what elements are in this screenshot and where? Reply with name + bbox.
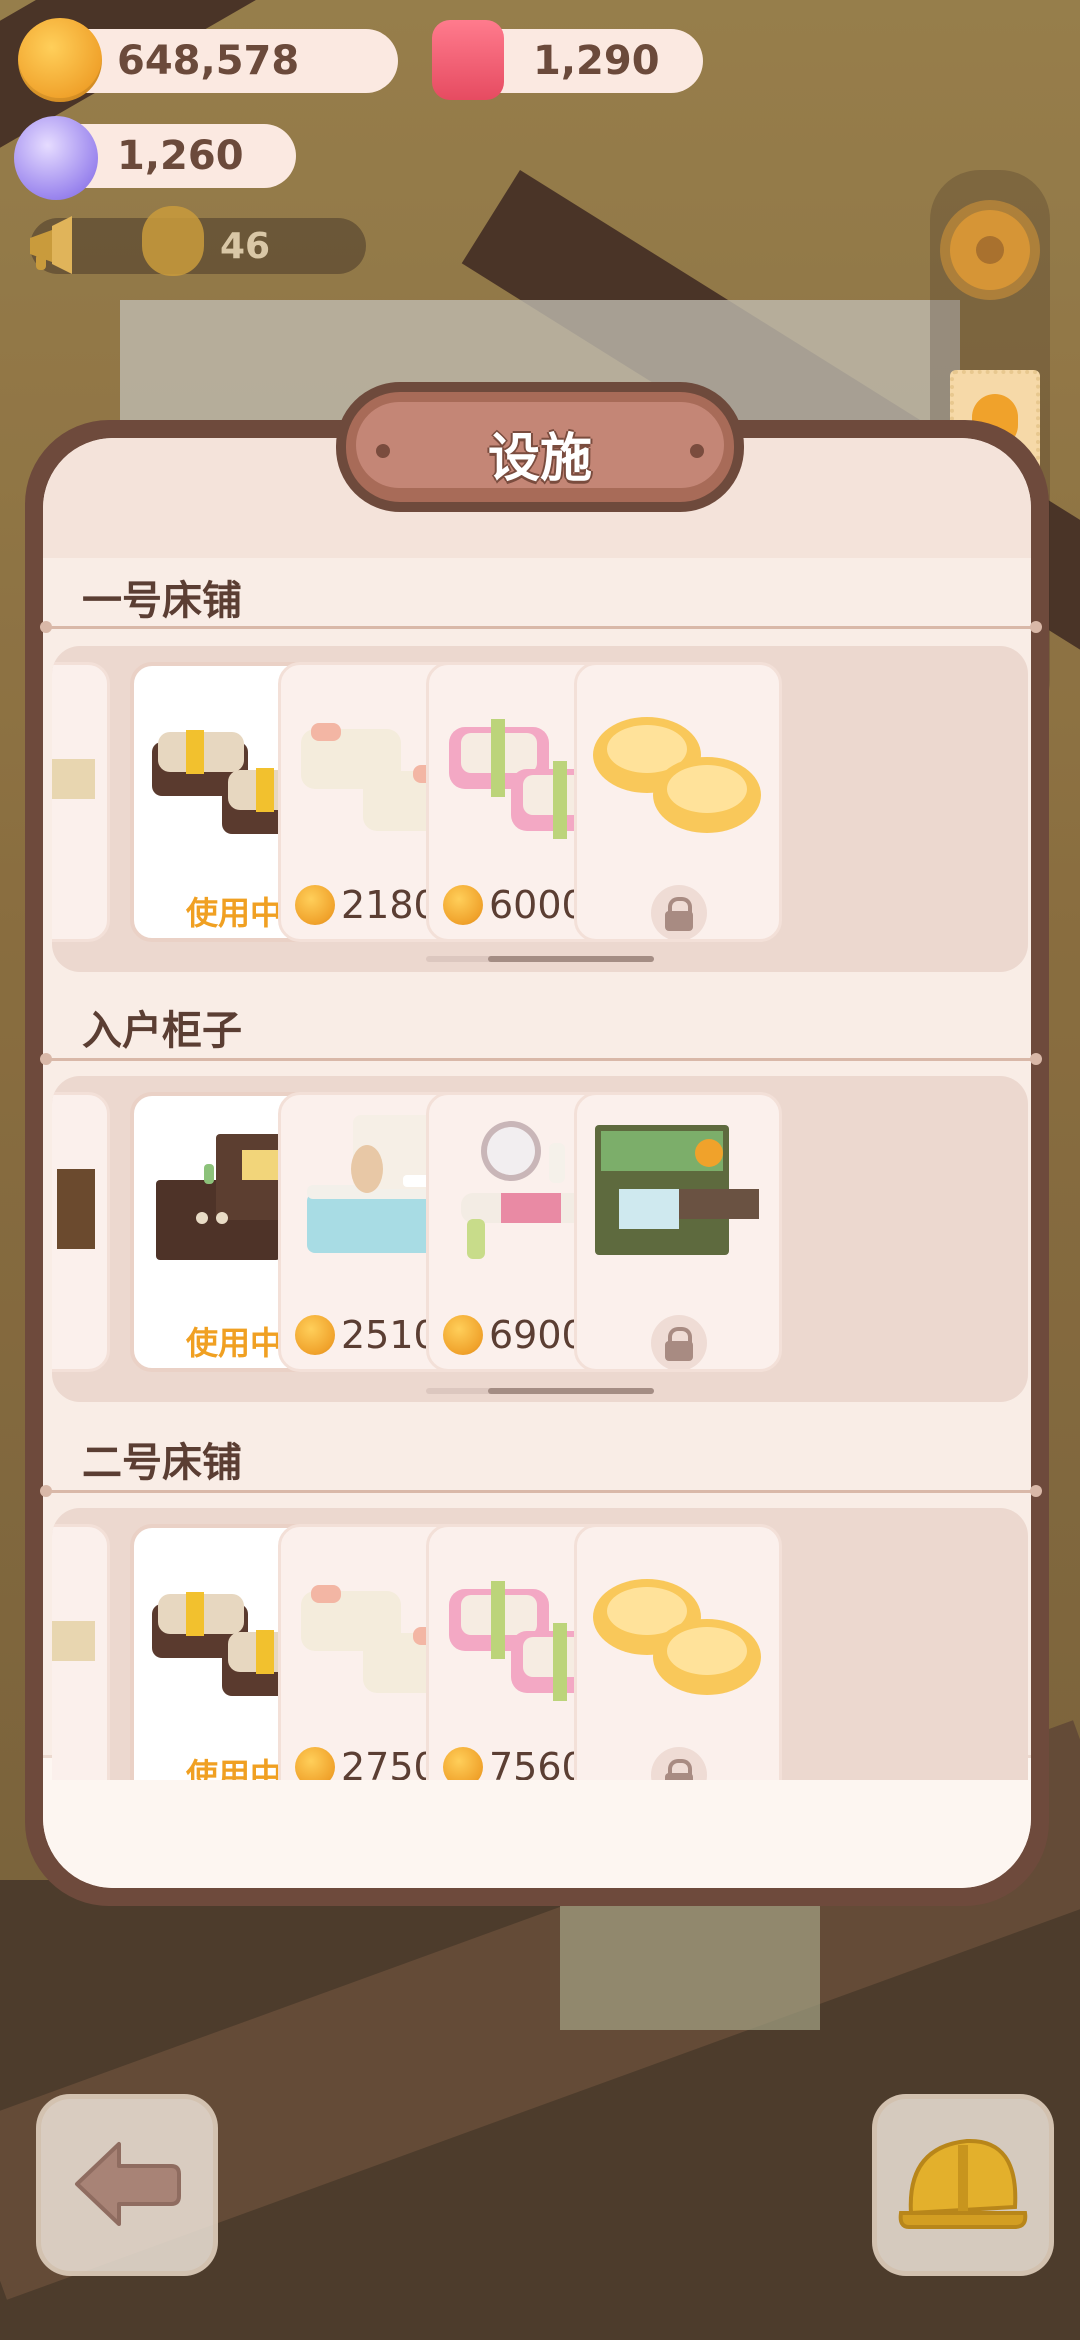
facility-list[interactable]: 一号床铺 使用中 218000 600000 入户柜子 使用中 251000 6…: [0, 0, 1080, 1780]
helmet-icon: [898, 2138, 1028, 2229]
item-card-bed-golden[interactable]: [574, 1524, 782, 1780]
cookie-coin-icon: [443, 885, 483, 925]
back-arrow-icon: [75, 2142, 181, 2226]
lock-icon: [651, 1315, 707, 1369]
bed-2-row[interactable]: 使用中 275000 756000: [52, 1508, 1028, 1780]
cookie-coin-icon: [443, 1315, 483, 1355]
bed-1-row[interactable]: 使用中 218000 600000: [52, 646, 1028, 972]
entrance-cabinet-row[interactable]: 使用中 251000 690000: [52, 1076, 1028, 1402]
build-mode-button[interactable]: [872, 2094, 1054, 2276]
golden-bed-art: [593, 717, 761, 833]
cabinet-scroll-indicator: [426, 1388, 654, 1394]
item-card-partial[interactable]: [52, 1524, 110, 1780]
cookie-coin-icon: [295, 885, 335, 925]
section-title-bed-2: 二号床铺: [82, 1440, 242, 1486]
item-card-cabinet-garden[interactable]: [574, 1092, 782, 1372]
section-title-bed-1: 一号床铺: [82, 578, 242, 624]
cookie-coin-icon: [295, 1315, 335, 1355]
lock-icon: [651, 1747, 707, 1780]
section-title-entrance-cabinet: 入户柜子: [82, 1008, 242, 1054]
back-button[interactable]: [36, 2094, 218, 2276]
item-card-partial[interactable]: [52, 1092, 110, 1372]
item-card-bed-golden[interactable]: [574, 662, 782, 942]
cookie-coin-icon: [295, 1747, 335, 1780]
item-card-partial[interactable]: [52, 662, 110, 942]
golden-bed-art: [593, 1579, 761, 1695]
bed-1-scroll-indicator: [426, 956, 654, 962]
cookie-coin-icon: [443, 1747, 483, 1780]
garden-cabinet-art: [595, 1125, 759, 1255]
lock-icon: [651, 885, 707, 939]
